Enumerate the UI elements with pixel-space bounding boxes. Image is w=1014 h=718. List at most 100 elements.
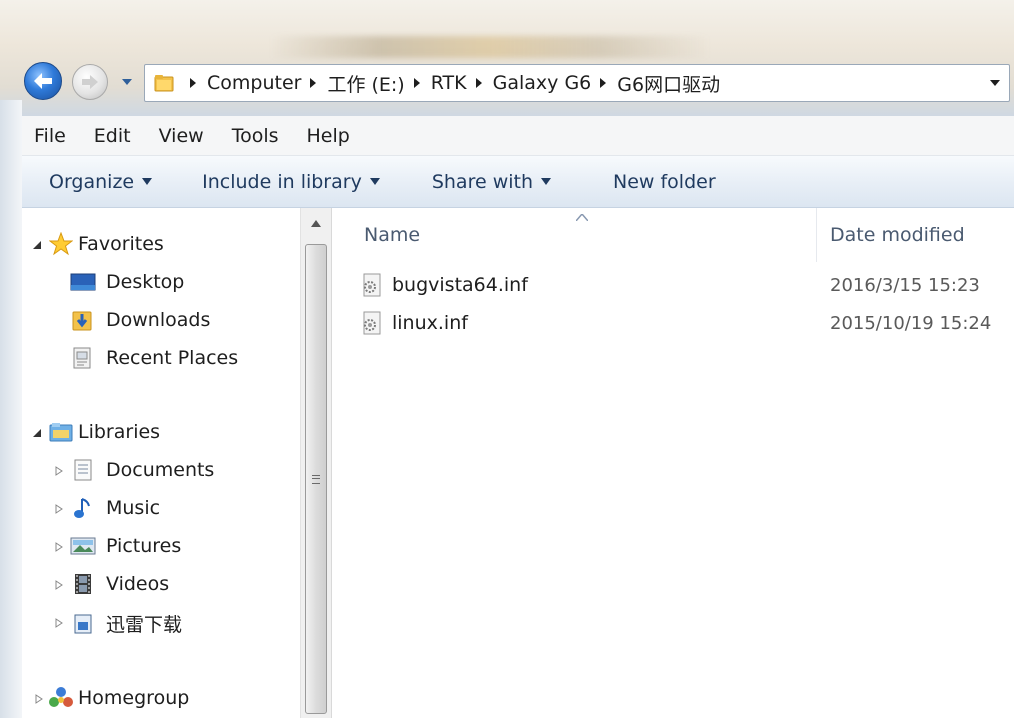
share-with-label: Share with	[431, 170, 534, 193]
include-in-library-label: Include in library	[202, 170, 362, 193]
file-row[interactable]: bugvista64.inf	[362, 268, 528, 302]
forward-button[interactable]	[72, 64, 108, 100]
nav-music-label: Music	[106, 497, 161, 519]
breadcrumb-galaxy-g6[interactable]: Galaxy G6	[493, 72, 592, 94]
nav-thunder-downloads[interactable]: 迅雷下载	[70, 610, 182, 637]
organize-label: Organize	[49, 170, 135, 193]
collapsed-arrow-icon[interactable]	[54, 580, 64, 590]
new-folder-button[interactable]: New folder	[613, 171, 716, 193]
menu-edit[interactable]: Edit	[94, 125, 131, 147]
forward-arrow-icon	[82, 75, 98, 89]
file-row[interactable]: linux.inf	[362, 306, 468, 340]
nav-recent-places-label: Recent Places	[106, 347, 239, 369]
breadcrumb-separator-icon[interactable]	[413, 78, 421, 88]
menu-view[interactable]: View	[159, 125, 204, 147]
nav-downloads-label: Downloads	[106, 309, 211, 331]
scroll-up-button[interactable]	[301, 208, 331, 238]
nav-pictures-label: Pictures	[106, 535, 182, 557]
nav-favorites-label: Favorites	[78, 233, 164, 255]
column-header-name[interactable]: Name	[364, 208, 804, 262]
nav-homegroup[interactable]: Homegroup	[48, 686, 189, 710]
grip-icon	[312, 474, 320, 484]
file-name: bugvista64.inf	[392, 274, 528, 296]
address-dropdown-icon[interactable]	[989, 78, 1001, 88]
file-date: 2015/10/19 15:24	[830, 312, 992, 334]
nav-documents-label: Documents	[106, 459, 215, 481]
command-bar: Organize Include in library Share with N…	[22, 156, 1014, 208]
nav-thunder-downloads-label: 迅雷下载	[106, 614, 183, 636]
include-in-library-button[interactable]: Include in library	[202, 171, 380, 193]
chevron-down-icon	[541, 178, 552, 185]
film-strip-icon	[70, 572, 96, 596]
downloads-folder-icon	[70, 308, 96, 332]
desktop-icon	[70, 270, 96, 294]
nav-libraries-label: Libraries	[78, 421, 161, 443]
expanded-arrow-icon[interactable]	[32, 428, 42, 438]
nav-homegroup-label: Homegroup	[78, 687, 190, 709]
chevron-down-icon	[369, 178, 380, 185]
breadcrumb-drive[interactable]: 工作 (E:)	[327, 70, 404, 97]
nav-documents[interactable]: Documents	[70, 458, 214, 482]
column-header-date-modified[interactable]: Date modified	[830, 208, 1010, 262]
breadcrumb-separator-icon[interactable]	[475, 78, 483, 88]
homegroup-icon	[48, 686, 74, 710]
documents-icon	[70, 458, 96, 482]
nav-videos[interactable]: Videos	[70, 572, 169, 596]
navigation-pane: Favorites Desktop Downloads Recent Place…	[22, 208, 300, 718]
pictures-icon	[70, 534, 96, 558]
music-note-icon	[70, 496, 96, 520]
navigation-scrollbar[interactable]	[300, 208, 332, 718]
collapsed-arrow-icon[interactable]	[54, 618, 64, 628]
star-icon	[48, 232, 74, 256]
nav-desktop-label: Desktop	[106, 271, 185, 293]
column-divider[interactable]	[816, 208, 817, 262]
menu-help[interactable]: Help	[307, 125, 350, 147]
breadcrumb-separator-icon[interactable]	[599, 78, 607, 88]
nav-videos-label: Videos	[106, 573, 170, 595]
chevron-down-icon	[142, 178, 153, 185]
window-title-area: Computer 工作 (E:) RTK Galaxy G6 G6网口驱动	[0, 0, 1014, 116]
file-name: linux.inf	[392, 312, 468, 334]
nav-recent-places[interactable]: Recent Places	[70, 346, 238, 370]
back-arrow-icon	[34, 73, 52, 89]
back-button[interactable]	[24, 62, 62, 100]
blurred-title-region	[270, 36, 710, 58]
collapsed-arrow-icon[interactable]	[34, 694, 44, 704]
scroll-thumb[interactable]	[305, 244, 327, 714]
menu-file[interactable]: File	[34, 125, 66, 147]
scroll-up-arrow-icon	[311, 219, 321, 227]
recent-places-icon	[70, 346, 96, 370]
collapsed-arrow-icon[interactable]	[54, 542, 64, 552]
menu-tools[interactable]: Tools	[232, 125, 279, 147]
breadcrumb-computer[interactable]: Computer	[207, 72, 301, 94]
nav-pictures[interactable]: Pictures	[70, 534, 181, 558]
nav-desktop[interactable]: Desktop	[70, 270, 184, 294]
new-folder-label: New folder	[613, 170, 716, 193]
menu-bar: File Edit View Tools Help	[22, 116, 1014, 156]
chevron-down-icon	[122, 79, 132, 85]
library-folder-icon	[70, 612, 96, 636]
expanded-arrow-icon[interactable]	[32, 240, 42, 250]
column-header-date-label: Date modified	[830, 224, 965, 246]
libraries-icon	[48, 420, 74, 444]
collapsed-arrow-icon[interactable]	[54, 504, 64, 514]
recent-pages-dropdown[interactable]	[120, 76, 134, 88]
file-list-pane: Name Date modified bugvista64.inf 2016/3…	[332, 208, 1014, 718]
breadcrumb-rtk[interactable]: RTK	[431, 72, 467, 94]
breadcrumb-current-folder[interactable]: G6网口驱动	[617, 70, 720, 97]
window-frame-left	[0, 100, 22, 718]
nav-downloads[interactable]: Downloads	[70, 308, 210, 332]
address-bar[interactable]: Computer 工作 (E:) RTK Galaxy G6 G6网口驱动	[144, 64, 1010, 102]
nav-favorites[interactable]: Favorites	[48, 232, 164, 256]
folder-icon	[154, 75, 174, 92]
organize-button[interactable]: Organize	[49, 170, 153, 193]
collapsed-arrow-icon[interactable]	[54, 466, 64, 476]
file-date: 2016/3/15 15:23	[830, 274, 980, 296]
nav-music[interactable]: Music	[70, 496, 160, 520]
share-with-button[interactable]: Share with	[431, 170, 552, 193]
setup-information-file-icon	[363, 273, 381, 297]
breadcrumb-separator-icon[interactable]	[309, 78, 317, 88]
breadcrumb-separator-icon[interactable]	[189, 78, 197, 88]
setup-information-file-icon	[363, 311, 381, 335]
nav-libraries[interactable]: Libraries	[48, 420, 160, 444]
